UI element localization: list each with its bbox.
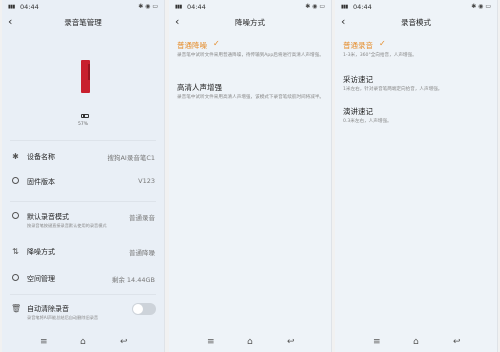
divider (10, 294, 156, 295)
check-icon: ✓ (379, 39, 386, 48)
home-icon[interactable]: ⌂ (80, 337, 86, 347)
return-icon[interactable]: ↩ (453, 337, 461, 347)
row-firmware[interactable]: 固件版本 V123 (2, 171, 164, 195)
row-auto-clear: 🗑 自动清除录音 录音笔将AI声能总结后自动删除旧录音 (2, 298, 164, 326)
check-icon: ✓ (213, 39, 220, 48)
return-icon[interactable]: ↩ (287, 337, 295, 347)
option-normal-noise[interactable]: 普通降噪 ✓ 录音笔中试听文件采用普通降噪，待传输到App后将进行高清人声增强。 (169, 39, 331, 76)
storage-icon (11, 274, 20, 283)
firmware-icon (11, 177, 20, 186)
row-subtitle: 录音笔将AI声能总结后自动删除旧录音 (27, 315, 99, 320)
option-speech[interactable]: 演讲速记 0.3米左右，人声增强。 (335, 106, 497, 134)
option-desc: 1米左右，针对录音笔两端定向拾音，人声增强。 (343, 87, 443, 92)
status-bar: ▮▮▮ 04:44 ✱ ◉ ▭ (2, 0, 164, 14)
phone-noise-reduction: ▮▮▮ 04:44 ✱ ◉ ▭ ‹ 降噪方式 普通降噪 ✓ 录音笔中试听文件采用… (169, 0, 332, 352)
divider (10, 201, 156, 202)
mic-mode-icon (11, 212, 20, 221)
gesture-bar: ≡ ⌂ ↩ (2, 332, 164, 352)
row-value: 剩余 14.44GB (111, 276, 155, 284)
option-title: 采访速记 (343, 75, 373, 84)
status-bar: ▮▮▮ 04:44 ✱ ◉ ▭ (335, 0, 497, 14)
row-value: 搜狗AI录音笔C1 (107, 154, 155, 162)
nav-bar: ‹ 录音笔管理 (2, 14, 164, 32)
signal-icon: ▮▮▮ (175, 4, 182, 10)
menu-icon[interactable]: ≡ (40, 337, 48, 347)
option-normal-record[interactable]: 普通录音 ✓ 1-3米，360°全向拾音，人声增强。 (335, 39, 497, 68)
row-value: 普通录音 (129, 214, 155, 222)
menu-icon[interactable]: ≡ (373, 337, 381, 347)
gesture-bar: ≡ ⌂ ↩ (169, 332, 331, 352)
page-title: 降噪方式 (235, 18, 265, 27)
option-interview[interactable]: 采访速记 1米左右，针对录音笔两端定向拾音，人声增强。 (335, 74, 497, 102)
option-desc: 录音笔中试听文件采用高清人声增强，该模式下录音笔续航时间将减半。 (177, 95, 325, 100)
status-time: 04:44 (353, 3, 372, 11)
gesture-bar: ≡ ⌂ ↩ (335, 332, 497, 352)
signal-icon: ▮▮▮ (8, 4, 15, 10)
row-value: V123 (138, 177, 155, 185)
row-default-mode[interactable]: 默认录音模式 普通录音 按录音笔按键直接录音默认使用的录音模式 (2, 206, 164, 234)
option-desc: 1-3米，360°全向拾音，人声增强。 (343, 53, 417, 58)
option-title: 演讲速记 (343, 107, 373, 116)
row-noise[interactable]: ⇅ 降噪方式 普通降噪 (2, 241, 164, 265)
row-storage[interactable]: 空间管理 剩余 14.44GB (2, 268, 164, 292)
row-label: 空间管理 (27, 275, 55, 283)
trash-icon: 🗑 (11, 304, 22, 313)
auto-clear-toggle[interactable] (132, 303, 156, 315)
return-icon[interactable]: ↩ (120, 337, 128, 347)
row-subtitle: 按录音笔按键直接录音默认使用的录音模式 (27, 223, 107, 228)
page-title: 录音模式 (401, 18, 431, 27)
status-time: 04:44 (20, 3, 39, 11)
device-preview: 57% (2, 40, 164, 135)
status-icons: ✱ ◉ ▭ (305, 3, 325, 10)
row-device-name[interactable]: ✱ 设备名称 搜狗AI录音笔C1 (2, 146, 164, 170)
row-label: 固件版本 (27, 178, 55, 186)
battery-percentage: 57% (77, 122, 88, 127)
option-title: 普通降噪 (177, 41, 207, 50)
home-icon[interactable]: ⌂ (247, 337, 253, 347)
page-title: 录音笔管理 (64, 18, 102, 27)
option-desc: 录音笔中试听文件采用普通降噪，待传输到App后将进行高清人声增强。 (177, 53, 324, 58)
divider (10, 140, 156, 141)
option-desc: 0.3米左右，人声增强。 (343, 119, 392, 124)
status-icons: ✱ ◉ ▭ (138, 3, 158, 10)
row-value: 普通降噪 (129, 249, 155, 257)
phone-record-mode: ▮▮▮ 04:44 ✱ ◉ ▭ ‹ 录音模式 普通录音 ✓ 1-3米，360°全… (335, 0, 498, 352)
row-label: 自动清除录音 (27, 305, 69, 313)
phone-recorder-management: ▮▮▮ 04:44 ✱ ◉ ▭ ‹ 录音笔管理 57% ✱ 设备名称 搜狗AI录… (2, 0, 165, 352)
menu-icon[interactable]: ≡ (207, 337, 215, 347)
home-icon[interactable]: ⌂ (413, 337, 419, 347)
noise-icon: ⇅ (12, 247, 19, 256)
pen-clip (88, 64, 90, 80)
status-time: 04:44 (187, 3, 206, 11)
row-label: 降噪方式 (27, 248, 55, 256)
status-bar: ▮▮▮ 04:44 ✱ ◉ ▭ (169, 0, 331, 14)
row-label: 默认录音模式 (27, 213, 69, 221)
option-title: 普通录音 (343, 41, 373, 50)
nav-bar: ‹ 降噪方式 (169, 14, 331, 32)
bluetooth-icon: ✱ (12, 152, 19, 161)
nav-bar: ‹ 录音模式 (335, 14, 497, 32)
signal-icon: ▮▮▮ (341, 4, 348, 10)
row-label: 设备名称 (27, 153, 55, 161)
option-title: 高清人声增强 (177, 83, 222, 92)
option-hd-voice[interactable]: 高清人声增强 录音笔中试听文件采用高清人声增强，该模式下录音笔续航时间将减半。 (169, 82, 331, 114)
status-icons: ✱ ◉ ▭ (471, 3, 491, 10)
battery-icon (81, 114, 89, 118)
